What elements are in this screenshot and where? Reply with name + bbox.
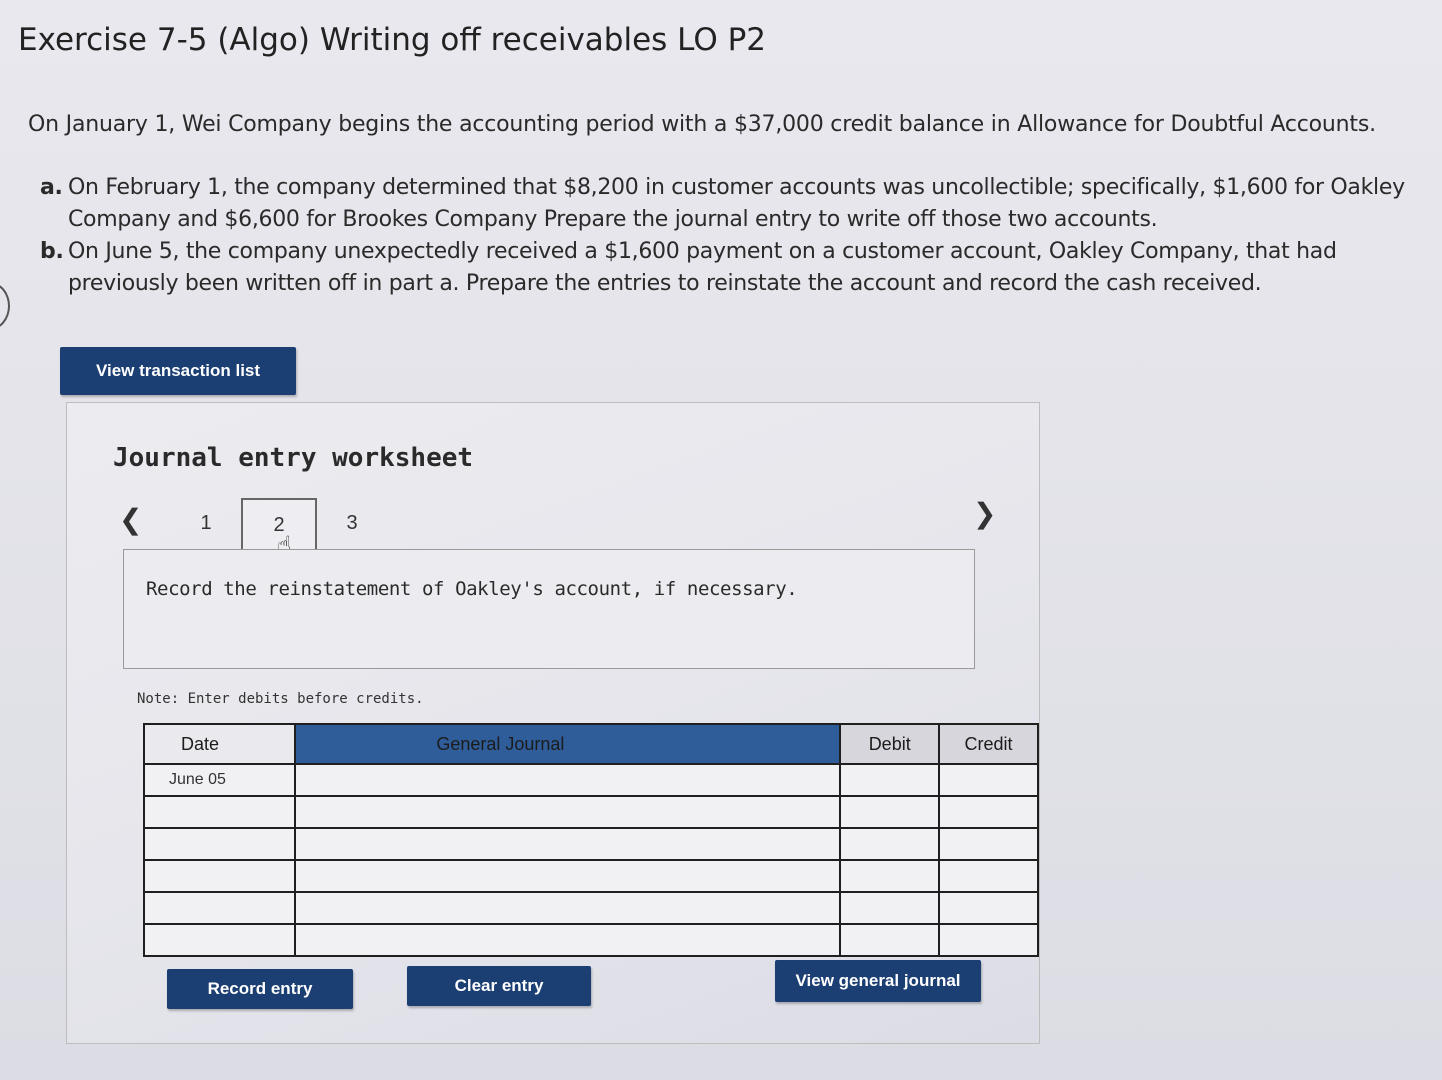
account-cell[interactable] — [294, 795, 842, 829]
view-general-journal-button[interactable]: View general journal — [775, 960, 981, 1002]
part-a-letter: a. — [40, 175, 63, 200]
credit-cell[interactable] — [938, 859, 1039, 893]
debit-column-header: Debit — [839, 723, 941, 765]
date-column-header: Date — [142, 723, 297, 765]
worksheet-title: Journal entry worksheet — [113, 443, 474, 473]
table-row: June 05 — [142, 763, 1039, 797]
credit-cell[interactable] — [938, 827, 1039, 861]
table-row — [142, 795, 1039, 829]
date-cell[interactable] — [142, 827, 297, 861]
table-row — [142, 827, 1039, 861]
instruction-box: Record the reinstatement of Oakley's acc… — [123, 549, 975, 669]
account-cell[interactable] — [294, 763, 842, 797]
part-b: b. On June 5, the company unexpectedly r… — [40, 236, 1430, 300]
account-cell[interactable] — [294, 859, 842, 893]
date-cell[interactable] — [142, 891, 297, 925]
exercise-intro: On January 1, Wei Company begins the acc… — [28, 112, 1376, 137]
account-cell[interactable] — [294, 891, 842, 925]
debit-cell[interactable] — [839, 763, 941, 797]
date-cell[interactable]: June 05 — [142, 763, 297, 797]
account-cell[interactable] — [294, 827, 842, 861]
credit-column-header: Credit — [938, 723, 1039, 765]
account-cell[interactable] — [294, 923, 842, 957]
journal-entry-worksheet: Journal entry worksheet ❮ ❯ 1 2 3 ☝ Reco… — [66, 402, 1040, 1044]
part-a-text: On February 1, the company determined th… — [68, 175, 1405, 232]
exercise-parts: a. On February 1, the company determined… — [40, 172, 1430, 300]
general-journal-column-header: General Journal — [294, 723, 842, 765]
debit-cell[interactable] — [839, 891, 941, 925]
credit-cell[interactable] — [938, 923, 1039, 957]
credit-cell[interactable] — [938, 763, 1039, 797]
debits-note: Note: Enter debits before credits. — [137, 691, 424, 707]
date-cell[interactable] — [142, 795, 297, 829]
view-transaction-list-button[interactable]: View transaction list — [60, 347, 296, 395]
next-chevron-icon[interactable]: ❯ — [973, 497, 996, 530]
table-row — [142, 859, 1039, 893]
instruction-text: Record the reinstatement of Oakley's acc… — [146, 578, 798, 600]
journal-header-row: Date General Journal Debit Credit — [142, 723, 1039, 765]
date-cell[interactable] — [142, 923, 297, 957]
debit-cell[interactable] — [839, 923, 941, 957]
table-row — [142, 891, 1039, 925]
date-cell[interactable] — [142, 859, 297, 893]
general-journal-table: Date General Journal Debit Credit June 0… — [142, 723, 1039, 957]
credit-cell[interactable] — [938, 891, 1039, 925]
worksheet-tab-3[interactable]: 3 — [317, 498, 387, 556]
debit-cell[interactable] — [839, 827, 941, 861]
clear-entry-button[interactable]: Clear entry — [407, 966, 591, 1006]
exercise-title: Exercise 7-5 (Algo) Writing off receivab… — [18, 22, 766, 58]
credit-cell[interactable] — [938, 795, 1039, 829]
record-entry-button[interactable]: Record entry — [167, 969, 353, 1009]
previous-chevron-icon[interactable]: ❮ — [119, 503, 142, 536]
debit-cell[interactable] — [839, 795, 941, 829]
part-a: a. On February 1, the company determined… — [40, 172, 1430, 236]
worksheet-tab-1[interactable]: 1 — [171, 498, 241, 556]
edge-arc-decoration — [0, 282, 10, 330]
table-row — [142, 923, 1039, 957]
part-b-letter: b. — [40, 239, 64, 264]
part-b-text: On June 5, the company unexpectedly rece… — [68, 239, 1337, 296]
debit-cell[interactable] — [839, 859, 941, 893]
